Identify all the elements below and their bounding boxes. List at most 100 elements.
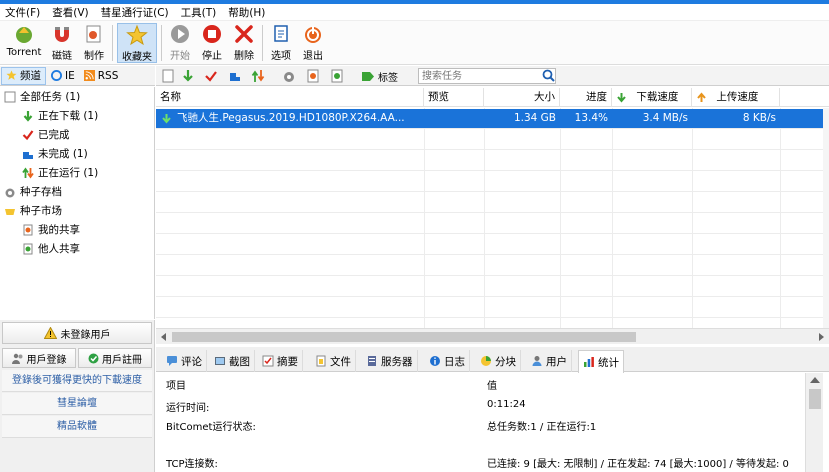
file-icon: [316, 355, 326, 367]
row-divider: [156, 212, 823, 213]
column-divider: [780, 108, 781, 328]
tab-peers[interactable]: 用户: [527, 350, 572, 372]
column-divider: [692, 108, 693, 328]
menu-tools[interactable]: 工具(T): [181, 5, 217, 20]
tree-item-running[interactable]: 正在运行 (1): [22, 164, 98, 182]
task-upload-speed: 8 KB/s: [742, 112, 776, 124]
tab-channel[interactable]: 频道: [1, 66, 46, 85]
comet-forum-link[interactable]: 彗星論壇: [2, 393, 152, 415]
scroll-up-icon[interactable]: [810, 377, 820, 383]
incomplete-icon: [23, 152, 33, 159]
column-size[interactable]: 大小: [484, 88, 560, 107]
menu-comet-pass[interactable]: 彗星通行证(C): [101, 5, 169, 20]
scrollbar-thumb[interactable]: [172, 332, 636, 342]
tab-ie[interactable]: IE: [47, 67, 79, 85]
faster-download-link[interactable]: 登錄後可獲得更快的下載速度: [2, 370, 152, 392]
magnet-button[interactable]: 磁链: [48, 23, 76, 63]
tab-summary[interactable]: 摘要: [258, 350, 303, 372]
tree-item-torrent-market[interactable]: 种子市场: [4, 202, 62, 220]
details-scrollbar[interactable]: [805, 373, 823, 472]
column-divider: [612, 108, 613, 328]
tcp-connections-label: TCP连接数:: [166, 459, 218, 470]
archive-icon[interactable]: [282, 69, 296, 83]
tree-item-all-tasks[interactable]: 全部任务 (1): [4, 88, 80, 106]
my-share-icon[interactable]: [306, 69, 320, 83]
horizontal-scrollbar[interactable]: [156, 328, 829, 344]
incomplete-icon[interactable]: [228, 69, 242, 83]
tree-item-incomplete[interactable]: 未完成 (1): [22, 145, 88, 163]
tree-item-torrent-archive[interactable]: 种子存档: [4, 183, 62, 201]
scrollbar-thumb[interactable]: [809, 389, 821, 409]
menu-file[interactable]: 文件(F): [5, 5, 40, 20]
column-preview[interactable]: 预览: [424, 88, 484, 107]
row-divider: [156, 191, 823, 192]
tag-button[interactable]: 标签: [361, 68, 398, 84]
row-divider: [156, 149, 823, 150]
column-divider: [424, 108, 425, 328]
login-button-row: 用戶登錄 用戶註冊: [2, 348, 152, 368]
stats-header-item: 项目: [166, 381, 186, 392]
tab-screenshots[interactable]: 截图: [210, 350, 255, 372]
task-name: 飞驰人生.Pegasus.2019.HD1080P.X264.AA...: [177, 112, 405, 124]
tcp-connections-value: 已连接: 9 [最大: 无限制] / 正在发起: 74 [最大:1000] / …: [487, 459, 789, 470]
others-share-icon[interactable]: [330, 69, 344, 83]
statistics-panel: 项目 值 运行时间: 0:11:24 BitComet运行状态: 总任务数:1 …: [156, 373, 805, 472]
register-button[interactable]: 用戶註冊: [78, 348, 152, 368]
tab-files[interactable]: 文件: [311, 350, 356, 372]
download-arrow-icon: [617, 92, 626, 103]
row-divider: [156, 128, 823, 129]
info-icon: [430, 356, 440, 366]
power-icon: [305, 26, 321, 43]
tree-item-my-share[interactable]: 我的共享: [22, 221, 80, 239]
make-torrent-button[interactable]: 制作: [80, 23, 108, 63]
left-tab-bar: 频道 IE RSS: [0, 66, 155, 86]
check-icon[interactable]: [204, 69, 218, 83]
search-input[interactable]: [418, 68, 556, 84]
favorites-button[interactable]: 收藏夹: [117, 23, 157, 63]
row-divider: [156, 170, 823, 171]
users-icon: [11, 353, 22, 364]
pieces-icon: [481, 356, 491, 366]
archive-icon: [5, 188, 15, 198]
menu-help[interactable]: 帮助(H): [228, 5, 265, 20]
tab-servers[interactable]: 服务器: [362, 350, 418, 372]
torrent-icon: [16, 27, 32, 43]
tree-item-others-share[interactable]: 他人共享: [22, 240, 80, 258]
column-download-speed[interactable]: 下载速度: [612, 88, 692, 107]
options-button[interactable]: 选项: [267, 23, 295, 63]
search-icon[interactable]: [542, 69, 555, 82]
rss-icon: [83, 70, 95, 81]
vertical-scrollbar[interactable]: [823, 108, 829, 328]
table-row[interactable]: 飞驰人生.Pegasus.2019.HD1080P.X264.AA... 1.3…: [156, 109, 823, 128]
up-down-arrows-icon[interactable]: [251, 69, 265, 83]
scroll-right-icon[interactable]: [817, 333, 825, 341]
column-name[interactable]: 名称: [156, 88, 424, 107]
row-divider: [156, 233, 823, 234]
download-arrow-icon[interactable]: [181, 69, 195, 83]
column-progress[interactable]: 进度: [560, 88, 612, 107]
star-icon: [126, 24, 148, 46]
check-icon: [22, 130, 34, 141]
stop-button[interactable]: 停止: [198, 23, 226, 63]
tab-log[interactable]: 日志: [425, 350, 470, 372]
register-icon: [88, 353, 99, 363]
scroll-left-icon[interactable]: [160, 333, 168, 341]
start-button[interactable]: 开始: [166, 23, 194, 63]
new-task-icon[interactable]: [161, 69, 175, 83]
my-share-icon: [23, 224, 33, 236]
column-upload-speed[interactable]: 上传速度: [692, 88, 780, 107]
star-icon: [6, 70, 17, 80]
tree-item-completed[interactable]: 已完成: [22, 126, 70, 144]
exit-button[interactable]: 退出: [299, 23, 327, 63]
tab-statistics[interactable]: 统计: [578, 350, 624, 373]
delete-button[interactable]: 删除: [230, 23, 258, 63]
tree-item-downloading[interactable]: 正在下载 (1): [22, 107, 98, 125]
premium-software-link[interactable]: 精品軟體: [2, 416, 152, 438]
torrent-button[interactable]: Torrent: [3, 23, 45, 63]
tab-rss[interactable]: RSS: [80, 67, 123, 85]
login-button[interactable]: 用戶登錄: [2, 348, 76, 368]
toolbar-separator: [161, 25, 162, 61]
tab-comments[interactable]: 评论: [162, 350, 207, 372]
tab-pieces[interactable]: 分块: [476, 350, 521, 372]
menu-view[interactable]: 查看(V): [52, 5, 88, 20]
